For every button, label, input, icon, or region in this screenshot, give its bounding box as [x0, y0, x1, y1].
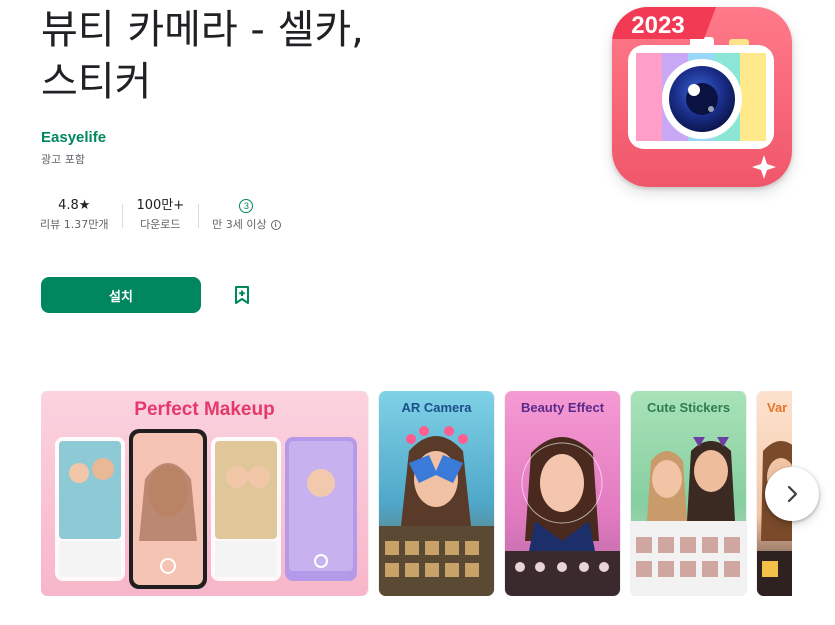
camera-logo-icon: 2023	[612, 7, 792, 187]
ar-camera-illustration	[379, 426, 494, 596]
age-rating-badge-icon: 3	[239, 199, 254, 213]
bookmark-add-icon	[235, 286, 249, 304]
app-title-line-2: 스티커	[41, 59, 152, 105]
contains-ads-note: 광고 포함	[41, 153, 85, 166]
age-rating-label: 만 3세 이상	[212, 218, 267, 231]
screenshot-4[interactable]: Cute Stickers	[631, 391, 746, 596]
makeup-phones-illustration	[55, 429, 357, 589]
screenshot-2[interactable]: AR Camera	[379, 391, 494, 596]
content-rating-stat: 3 만 3세 이상 i	[198, 196, 294, 240]
next-screenshot-button[interactable]	[765, 467, 819, 521]
screenshot-gallery: Perfect Makeup AR Camera Beauty Effect C…	[41, 391, 792, 596]
downloads-value: 100만+	[136, 198, 185, 213]
info-icon[interactable]: i	[270, 220, 281, 230]
rating-value: 4.8	[58, 198, 79, 213]
chevron-right-icon	[787, 485, 798, 503]
app-title: 뷰티 카메라 - 셀카, 스티커	[41, 4, 364, 108]
add-to-wishlist-button[interactable]	[225, 278, 259, 312]
cute-stickers-illustration	[631, 437, 746, 596]
install-button[interactable]: 설치	[41, 277, 201, 313]
app-title-line-1: 뷰티 카메라 - 셀카,	[41, 7, 364, 53]
app-icon: 2023	[612, 7, 792, 187]
screenshot-1[interactable]: Perfect Makeup	[41, 391, 368, 596]
downloads-stat: 100만+ 다운로드	[122, 196, 198, 240]
year-badge: 2023	[631, 12, 684, 39]
rating-stat: 4.8 ★ 리뷰 1.37만개	[26, 196, 122, 240]
beauty-effect-illustration	[505, 437, 620, 596]
screenshot-3[interactable]: Beauty Effect	[505, 391, 620, 596]
developer-link[interactable]: Easyelife	[41, 129, 106, 146]
app-stats: 4.8 ★ 리뷰 1.37만개 100만+ 다운로드 3 만 3세 이상 i	[26, 196, 295, 240]
star-icon: ★	[78, 198, 91, 213]
downloads-label: 다운로드	[140, 218, 181, 231]
review-count: 리뷰 1.37만개	[40, 218, 109, 231]
